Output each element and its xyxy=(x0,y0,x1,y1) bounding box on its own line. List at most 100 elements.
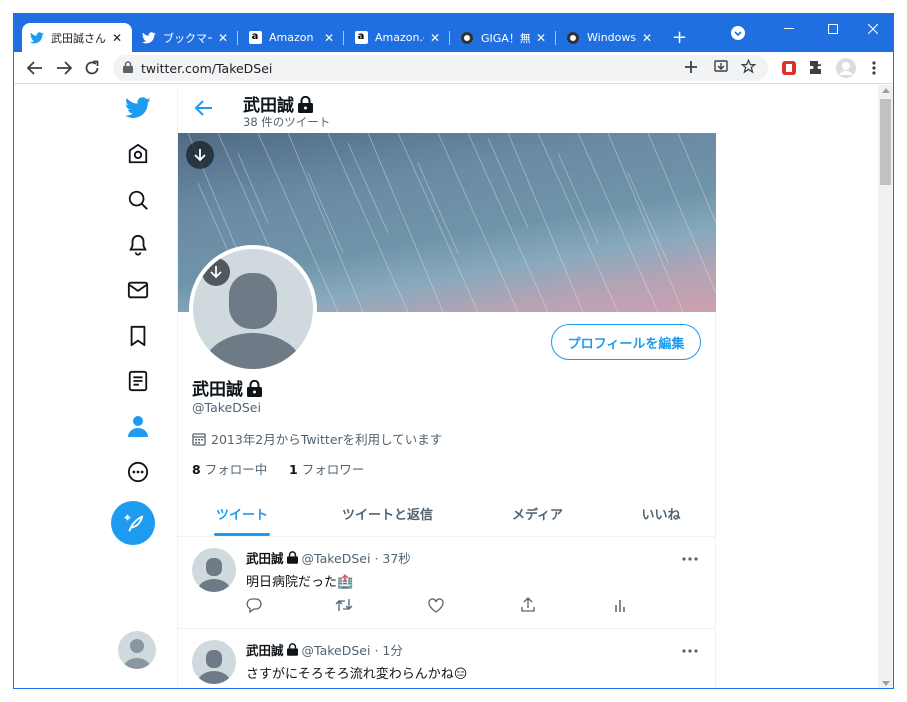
following-count: 8 xyxy=(192,462,201,477)
tweet-text: さすがにそろそろ流れ変わらんかね😑 xyxy=(246,667,468,682)
header-name-text: 武田誠 xyxy=(243,96,294,116)
tab-twitter-profile[interactable]: 武田誠さん ✕ xyxy=(22,23,132,52)
close-tab-icon[interactable]: ✕ xyxy=(216,31,230,45)
profile-avatar-icon[interactable] xyxy=(832,54,860,82)
tweet-time[interactable]: · 1分 xyxy=(374,643,402,658)
profile-name-text: 武田誠 xyxy=(192,380,243,400)
reply-icon[interactable] xyxy=(244,595,264,615)
followers-count: 1 xyxy=(289,462,298,477)
download-arrow-icon[interactable] xyxy=(186,141,214,169)
tweet-more-icon[interactable] xyxy=(682,546,698,565)
minimize-button[interactable] xyxy=(766,14,812,43)
scroll-down-arrow-icon[interactable] xyxy=(882,681,890,686)
header-name: 武田誠 xyxy=(243,91,313,116)
tweet-time[interactable]: · 37秒 xyxy=(374,551,410,566)
account-avatar[interactable] xyxy=(118,631,156,669)
notifications-bell-icon[interactable] xyxy=(121,228,155,262)
close-window-button[interactable] xyxy=(850,14,893,43)
profile-header-bar: 武田誠 38 件のツイート xyxy=(178,85,717,133)
page-viewport: 武田誠 38 件のツイート プロフィールを編集 武田誠 @TakeDSei 20… xyxy=(14,85,893,688)
profile-name: 武田誠 xyxy=(192,375,262,400)
tab-separator xyxy=(237,31,238,45)
analytics-icon[interactable] xyxy=(610,595,630,615)
retweet-icon[interactable] xyxy=(334,595,354,615)
like-heart-icon[interactable] xyxy=(426,595,446,615)
profile-tabs: ツイート ツイートと返信 メディア いいね xyxy=(178,490,716,537)
tweet-header: 武田誠 @TakeDSei · 37秒 xyxy=(246,548,411,567)
twitter-side-nav xyxy=(109,85,169,688)
scrollbar-thumb[interactable] xyxy=(880,99,891,185)
search-icon[interactable] xyxy=(121,183,155,217)
twitter-icon xyxy=(30,31,44,45)
tab-search-button[interactable] xyxy=(728,23,748,43)
tab-amazon-1[interactable]: a Amazon | ✕ xyxy=(240,23,344,52)
active-tab-indicator xyxy=(214,533,270,536)
tab-title: 武田誠さん xyxy=(51,31,106,45)
tweet-handle: @TakeDSei xyxy=(301,643,371,658)
calendar-icon xyxy=(192,433,206,446)
close-tab-icon[interactable]: ✕ xyxy=(322,31,336,45)
tweet-item[interactable]: 武田誠 @TakeDSei · 1分 さすがにそろそろ流れ変わらんかね😑 xyxy=(178,630,716,688)
puzzle-extensions-icon[interactable] xyxy=(803,54,831,82)
back-arrow-icon[interactable] xyxy=(194,98,214,122)
tab-tweets[interactable]: ツイート xyxy=(178,490,306,537)
home-icon[interactable] xyxy=(121,137,155,171)
tab-tweets-and-replies[interactable]: ツイートと返信 xyxy=(306,490,469,537)
tweet-header: 武田誠 @TakeDSei · 1分 xyxy=(246,640,403,659)
tab-likes[interactable]: いいね xyxy=(606,490,716,537)
scroll-up-arrow-icon[interactable] xyxy=(882,88,890,93)
profile-icon[interactable] xyxy=(121,409,155,443)
lock-icon xyxy=(123,60,133,76)
tweet-author-name[interactable]: 武田誠 xyxy=(246,643,284,658)
tweet-more-icon[interactable] xyxy=(682,638,698,657)
tweet-avatar[interactable] xyxy=(192,640,236,684)
page-scrollbar[interactable] xyxy=(878,85,893,688)
close-tab-icon[interactable]: ✕ xyxy=(640,31,654,45)
star-icon[interactable] xyxy=(740,58,757,77)
close-tab-icon[interactable]: ✕ xyxy=(534,31,548,45)
add-icon[interactable] xyxy=(684,60,698,77)
close-tab-icon[interactable]: ✕ xyxy=(428,31,442,45)
profile-avatar[interactable] xyxy=(189,245,317,373)
tab-title: Amazon | xyxy=(269,31,318,44)
edit-profile-button[interactable]: プロフィールを編集 xyxy=(551,324,701,360)
lock-icon xyxy=(247,379,262,397)
tab-separator xyxy=(449,31,450,45)
tab-bookmarks[interactable]: ブックマーク ✕ xyxy=(134,23,238,52)
share-icon[interactable] xyxy=(518,595,538,615)
giga-icon xyxy=(566,31,580,45)
address-bar[interactable]: twitter.com/TakeDSei xyxy=(113,55,768,81)
install-app-icon[interactable] xyxy=(714,60,728,77)
reload-icon[interactable] xyxy=(78,54,106,82)
back-arrow-icon[interactable] xyxy=(21,54,49,82)
tab-media[interactable]: メディア xyxy=(469,490,606,537)
tab-title: ブックマーク xyxy=(163,31,212,45)
tweet-avatar[interactable] xyxy=(192,548,236,592)
lists-icon[interactable] xyxy=(121,364,155,398)
extension-red-icon[interactable] xyxy=(775,54,803,82)
compose-tweet-button[interactable] xyxy=(111,501,155,545)
tab-giga-2[interactable]: Windows ✕ xyxy=(558,23,662,52)
twitter-logo-icon[interactable] xyxy=(121,91,155,125)
new-tab-button[interactable]: + xyxy=(668,23,694,52)
close-tab-icon[interactable]: ✕ xyxy=(110,31,124,45)
following-link[interactable]: 8 フォロー中 xyxy=(192,459,267,478)
followers-label: フォロワー xyxy=(301,462,365,477)
more-menu-icon[interactable] xyxy=(121,455,155,489)
tab-title: Amazon.co xyxy=(375,31,424,44)
tweet-item[interactable]: 武田誠 @TakeDSei · 37秒 明日病院だった🏥 xyxy=(178,538,716,629)
followers-link[interactable]: 1 フォロワー xyxy=(289,459,364,478)
kebab-menu-icon[interactable] xyxy=(860,54,888,82)
twitter-icon xyxy=(142,31,156,45)
forward-arrow-icon[interactable] xyxy=(50,54,78,82)
joined-text: 2013年2月からTwitterを利用しています xyxy=(211,432,443,447)
tab-amazon-2[interactable]: a Amazon.co ✕ xyxy=(346,23,450,52)
tab-separator xyxy=(343,31,344,45)
tab-title: Windows xyxy=(587,31,636,44)
bookmark-icon[interactable] xyxy=(121,319,155,353)
amazon-icon: a xyxy=(248,31,262,45)
tweet-author-name[interactable]: 武田誠 xyxy=(246,551,284,566)
messages-envelope-icon[interactable] xyxy=(121,273,155,307)
download-arrow-icon[interactable] xyxy=(202,258,230,286)
tab-giga-1[interactable]: GIGA！無 ✕ xyxy=(452,23,556,52)
